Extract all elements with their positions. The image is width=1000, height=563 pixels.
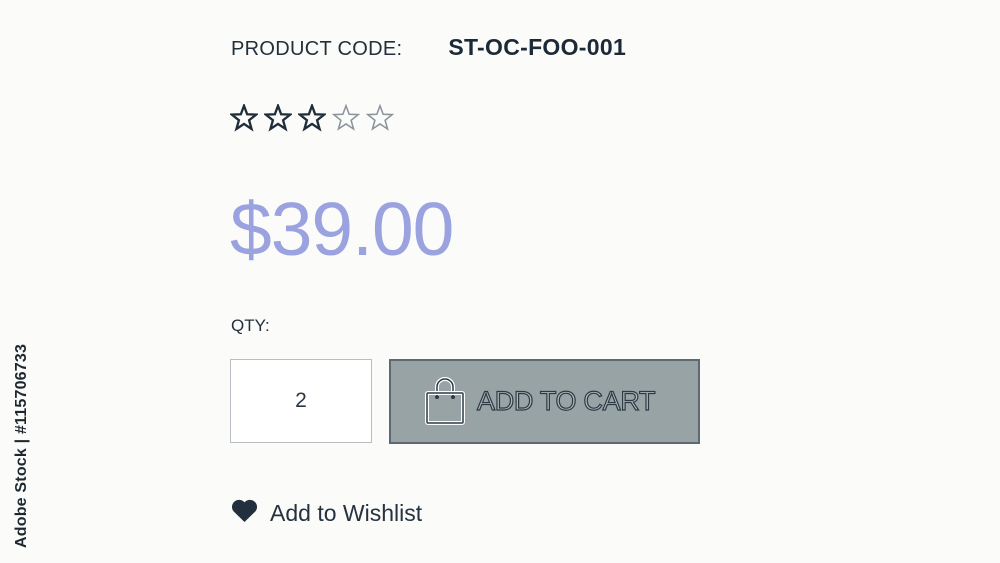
- star-rated-icon: [264, 104, 292, 132]
- shopping-bag-icon: [423, 376, 467, 427]
- qty-label: QTY:: [231, 316, 270, 335]
- star-rating: [230, 104, 394, 132]
- wishlist-label: Add to Wishlist: [270, 500, 423, 526]
- star-rated-icon: [298, 104, 326, 132]
- quantity-input[interactable]: [230, 359, 372, 443]
- product-code-row: PRODUCT CODE: ST-OC-FOO-001: [231, 34, 626, 61]
- add-to-cart-button[interactable]: ADD TO CART: [389, 359, 700, 444]
- stock-watermark-credit: Adobe Stock | #115706733: [13, 343, 30, 548]
- add-to-wishlist-link[interactable]: Add to Wishlist: [231, 499, 422, 528]
- star-unrated-icon: [366, 104, 394, 131]
- product-code-label: PRODUCT CODE:: [231, 38, 403, 60]
- add-to-cart-label: ADD TO CART: [476, 385, 656, 416]
- product-price: $39.00: [230, 187, 454, 271]
- product-detail-panel: PRODUCT CODE: ST-OC-FOO-001 $39.00 QTY: …: [0, 0, 1000, 563]
- star-unrated-icon: [332, 104, 360, 131]
- product-code-value: ST-OC-FOO-001: [448, 34, 627, 60]
- star-rated-icon: [230, 104, 258, 132]
- heart-icon: [231, 499, 258, 528]
